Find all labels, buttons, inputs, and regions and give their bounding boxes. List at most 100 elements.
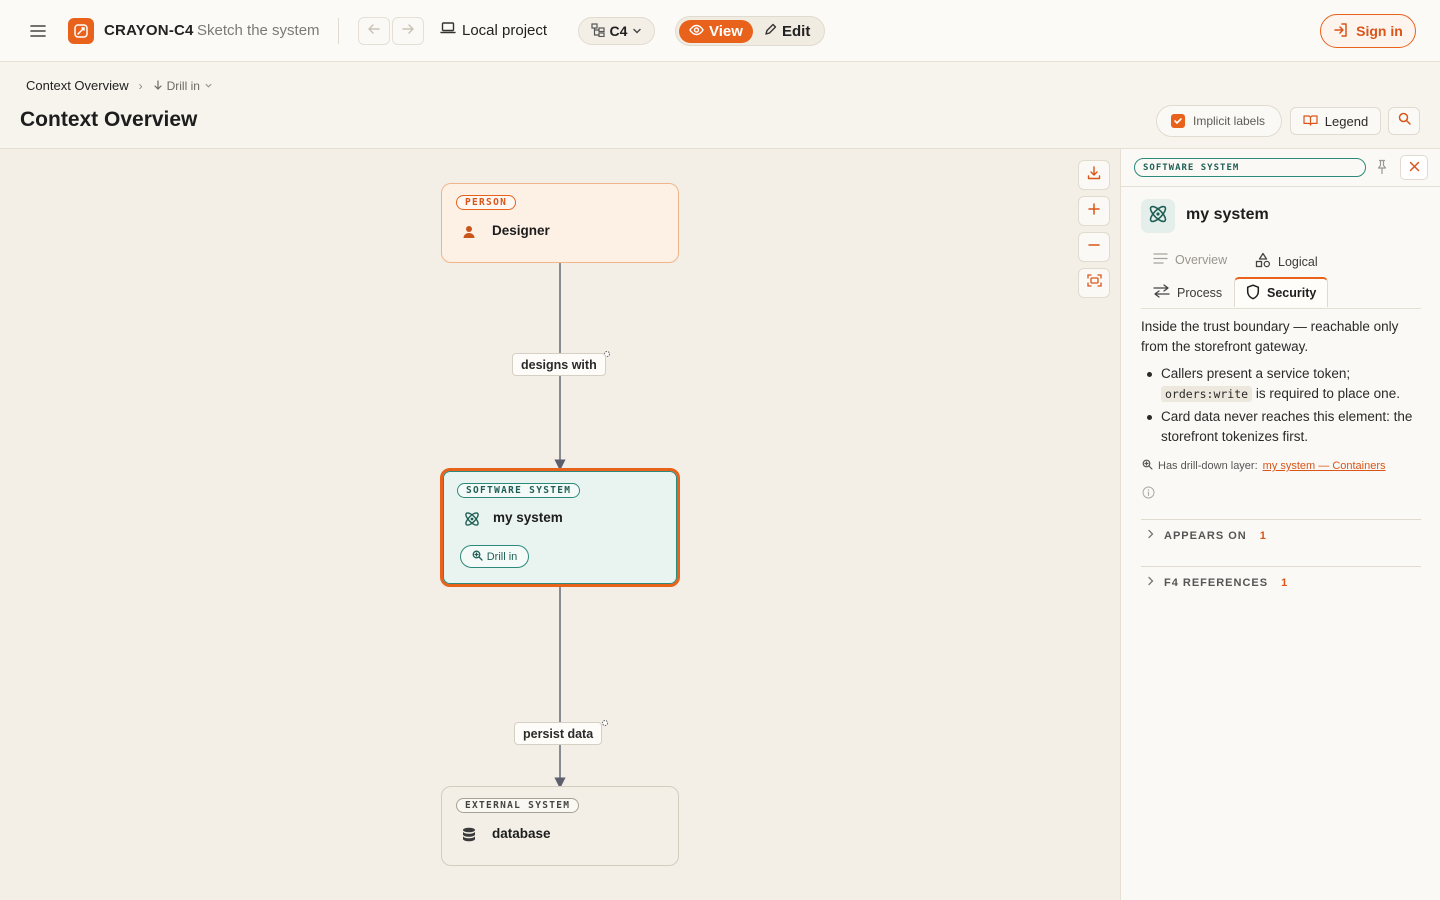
view-mode-label: View (709, 23, 743, 40)
zoom-in-icon (1142, 459, 1153, 473)
zoom-out-button[interactable] (1078, 232, 1110, 262)
arrow-right-icon (401, 22, 415, 41)
chevron-right-icon (1147, 529, 1155, 542)
project-selector[interactable]: Local project (440, 21, 547, 39)
chevron-down-icon (204, 79, 213, 93)
tab-process-label: Process (1177, 285, 1223, 300)
close-icon (1409, 159, 1420, 177)
arrow-left-icon (367, 22, 381, 41)
code-token: orders:write (1161, 386, 1253, 402)
notation-select[interactable]: C4 (578, 17, 655, 45)
divider (338, 18, 339, 44)
drill-in-button[interactable]: Drill in (460, 545, 529, 568)
chevron-down-icon (632, 23, 642, 39)
divider (1141, 566, 1421, 567)
edit-mode-label: Edit (782, 23, 811, 40)
tab-security-label: Security (1267, 286, 1317, 300)
edge-label[interactable]: persist data (514, 722, 603, 745)
atom-icon (1147, 203, 1169, 230)
section-label: F4 REFERENCES (1164, 576, 1269, 589)
menu-icon[interactable] (28, 21, 48, 41)
checkbox-checked-icon[interactable] (1171, 114, 1185, 128)
tab-overview[interactable]: Overview (1153, 252, 1227, 268)
divider (1141, 519, 1421, 520)
mode-toggle: View Edit (675, 16, 825, 46)
breadcrumb-separator: › (138, 78, 143, 93)
node-kind-tag: PERSON (456, 195, 517, 210)
login-icon (1333, 22, 1349, 41)
drill-in-label: Drill in (166, 78, 200, 93)
edit-mode-button[interactable]: Edit (764, 20, 810, 43)
drill-in-dropdown[interactable]: Drill in (153, 79, 213, 93)
node-kind-tag: EXTERNAL SYSTEM (456, 798, 580, 813)
laptop-icon (440, 21, 456, 39)
drill-down-link[interactable]: my system — Containers (1263, 460, 1386, 472)
breadcrumb-current[interactable]: Context Overview (26, 78, 129, 93)
top-bar: CRAYON-C4 Sketch the system Local projec… (0, 0, 1440, 62)
notation-value: C4 (609, 23, 628, 39)
redo-button[interactable] (392, 17, 424, 45)
divider (1121, 186, 1440, 187)
note-text: Callers present a service token; (1161, 366, 1351, 381)
pencil-icon (764, 23, 777, 40)
node-label: database (492, 826, 551, 841)
node-person[interactable]: PERSON Designer (441, 183, 679, 263)
legend-button[interactable]: Legend (1290, 107, 1381, 135)
export-button[interactable] (1078, 160, 1110, 190)
swap-arrows-icon (1153, 284, 1170, 301)
book-icon (1303, 114, 1318, 129)
section-label: APPEARS ON (1164, 529, 1247, 542)
node-external-system[interactable]: EXTERNAL SYSTEM database (441, 786, 679, 866)
diagram-canvas[interactable]: PERSON Designer SOFTWARE SYSTEM my syste… (0, 149, 1120, 900)
pin-icon[interactable] (1375, 159, 1389, 180)
node-kind-tag: SOFTWARE SYSTEM (457, 483, 581, 498)
zoom-in-button[interactable] (1078, 196, 1110, 226)
tab-logical-label: Logical (1278, 254, 1318, 269)
search-button[interactable] (1388, 107, 1420, 135)
edge-handle[interactable] (602, 720, 608, 726)
node-label: my system (493, 510, 563, 525)
breadcrumb: Context Overview › Drill in (26, 78, 213, 93)
eye-icon (689, 23, 704, 40)
shield-icon (1246, 283, 1260, 303)
tab-overview-label: Overview (1175, 253, 1228, 267)
node-label: Designer (492, 223, 550, 238)
element-icon (1141, 199, 1175, 233)
drill-in-label: Drill in (486, 550, 518, 563)
tab-logical[interactable]: Logical (1255, 252, 1318, 271)
security-notes: Callers present a service token; orders:… (1147, 364, 1423, 450)
close-panel-button[interactable] (1400, 155, 1428, 180)
zoom-in-icon (472, 550, 483, 564)
element-name: my system (1186, 206, 1269, 223)
lines-icon (1153, 252, 1168, 268)
security-description: Inside the trust boundary — reachable on… (1141, 319, 1399, 354)
tab-security[interactable]: Security (1234, 277, 1329, 307)
node-selection-ring: SOFTWARE SYSTEM my system Drill in (443, 471, 677, 584)
fit-view-button[interactable] (1078, 268, 1110, 298)
sign-in-label: Sign in (1356, 23, 1403, 39)
fit-view-icon (1086, 274, 1102, 292)
edge-label[interactable]: designs with (512, 353, 606, 376)
tab-process[interactable]: Process (1153, 284, 1222, 301)
plus-icon (1088, 202, 1100, 220)
chevron-right-icon (1147, 576, 1155, 589)
arrow-down-icon (153, 79, 163, 93)
details-panel: SOFTWARE SYSTEM my system Overview Logic… (1120, 149, 1440, 900)
shapes-icon (1255, 252, 1271, 271)
legend-label: Legend (1324, 113, 1369, 129)
appears-on-section[interactable]: APPEARS ON 1 (1147, 529, 1266, 542)
person-icon (462, 225, 476, 244)
node-software-system[interactable]: SOFTWARE SYSTEM my system Drill in (440, 468, 680, 587)
info-icon[interactable] (1142, 486, 1155, 504)
atom-icon (463, 510, 481, 533)
list-item: Callers present a service token; orders:… (1147, 364, 1423, 404)
drill-down-info: Has drill-down layer: my system — Contai… (1142, 459, 1386, 473)
view-mode-button[interactable]: View (679, 20, 753, 43)
app-title: CRAYON-C4 (104, 22, 194, 39)
implicit-labels-label: Implicit labels (1193, 114, 1266, 128)
f4-references-section[interactable]: F4 REFERENCES 1 (1147, 576, 1287, 589)
implicit-labels-toggle[interactable]: Implicit labels (1156, 105, 1282, 137)
undo-button[interactable] (358, 17, 390, 45)
sign-in-button[interactable]: Sign in (1320, 14, 1416, 48)
hierarchy-icon (590, 22, 605, 40)
